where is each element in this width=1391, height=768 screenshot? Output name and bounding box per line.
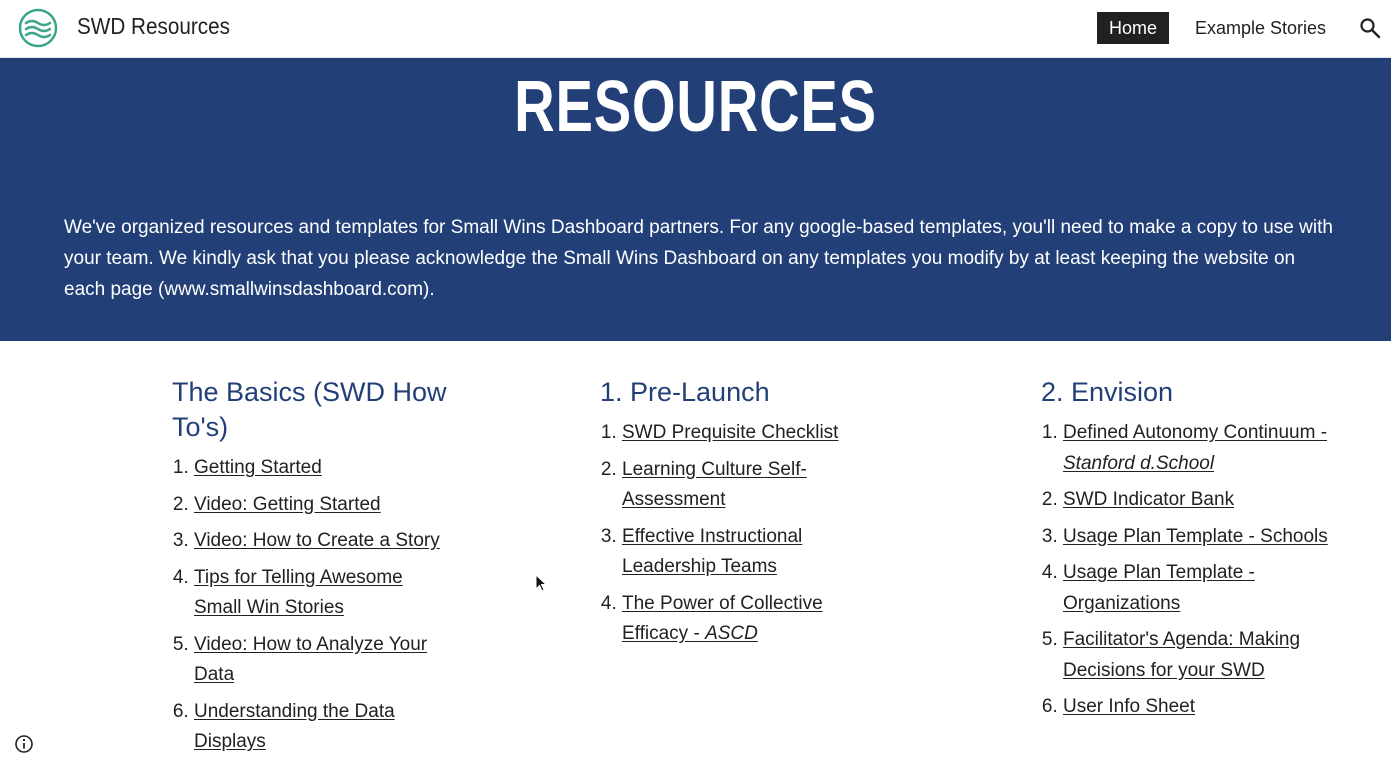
resource-link[interactable]: SWD Indicator Bank [1063,489,1234,510]
resource-list: Defined Autonomy Continuum - Stanford d.… [1041,418,1331,723]
nav-example-stories[interactable]: Example Stories [1195,12,1326,44]
resource-link[interactable]: Video: Getting Started [194,494,381,515]
hero-banner: RESOURCES We've organized resources and … [0,58,1391,341]
list-item: SWD Indicator Bank [1063,485,1331,516]
list-item: Defined Autonomy Continuum - Stanford d.… [1063,418,1331,479]
mouse-cursor-icon [535,574,547,592]
list-item: Video: How to Analyze Your Data [194,630,447,691]
resource-link[interactable]: Learning Culture Self-Assessment [622,459,807,511]
list-item: Understanding the Data Displays [194,697,447,758]
waves-logo-icon[interactable] [18,8,58,48]
section-envision: 2. Envision Defined Autonomy Continuum -… [1041,375,1331,729]
list-item: Getting Started [194,453,447,484]
list-item: User Info Sheet [1063,692,1331,723]
nav-home[interactable]: Home [1097,12,1169,44]
resource-link[interactable]: Tips for Telling Awesome Small Win Stori… [194,567,403,619]
page-title: RESOURCES [514,67,877,147]
resource-source: Stanford d.School [1063,452,1215,474]
section-heading: 1. Pre-Launch [600,377,770,407]
section-pre-launch: 1. Pre-Launch SWD Prequisite Checklist L… [600,375,860,656]
list-item: Video: Getting Started [194,490,447,521]
list-item: The Power of Collective Efficacy - ASCD [622,589,860,650]
resource-list: Getting Started Video: Getting Started V… [172,453,447,758]
list-item: Learning Culture Self-Assessment [622,455,860,516]
list-item: Usage Plan Template - Schools [1063,522,1331,553]
section-heading: The Basics (SWD How To's) [172,377,447,442]
intro-text: We've organized resources and templates … [64,217,1333,300]
resource-link[interactable]: SWD Prequisite Checklist [622,422,838,443]
resource-link[interactable]: Understanding the Data Displays [194,701,395,753]
site-title[interactable]: SWD Resources [77,13,230,40]
info-icon[interactable] [14,734,34,754]
resource-link[interactable]: Video: How to Analyze Your Data [194,634,427,686]
resource-link[interactable]: Getting Started [194,457,322,478]
search-icon[interactable] [1358,16,1382,40]
list-item: SWD Prequisite Checklist [622,418,860,449]
section-basics: The Basics (SWD How To's) Getting Starte… [172,375,447,764]
resource-link[interactable]: Facilitator's Agenda: Making Decisions f… [1063,629,1300,681]
resource-link-text: Defined Autonomy Continuum - [1063,422,1328,443]
resource-link[interactable]: Effective Instructional Leadership Teams [622,526,802,578]
resource-link[interactable]: User Info Sheet [1063,696,1195,717]
site-header: SWD Resources Home Example Stories [0,0,1391,58]
resource-link[interactable]: Defined Autonomy Continuum - Stanford d.… [1063,422,1327,474]
list-item: Usage Plan Template - Organizations [1063,558,1331,619]
list-item: Facilitator's Agenda: Making Decisions f… [1063,625,1331,686]
resource-link[interactable]: The Power of Collective Efficacy - ASCD [622,593,823,645]
resource-list: SWD Prequisite Checklist Learning Cultur… [600,418,860,650]
resource-link[interactable]: Usage Plan Template - Schools [1063,526,1328,547]
section-heading: 2. Envision [1041,377,1174,407]
list-item: Video: How to Create a Story [194,526,447,557]
resource-link[interactable]: Video: How to Create a Story [194,530,440,551]
list-item: Tips for Telling Awesome Small Win Stori… [194,563,447,624]
resource-source: ASCD [705,623,758,644]
resource-link[interactable]: Usage Plan Template - Organizations [1063,562,1255,614]
list-item: Effective Instructional Leadership Teams [622,522,860,583]
